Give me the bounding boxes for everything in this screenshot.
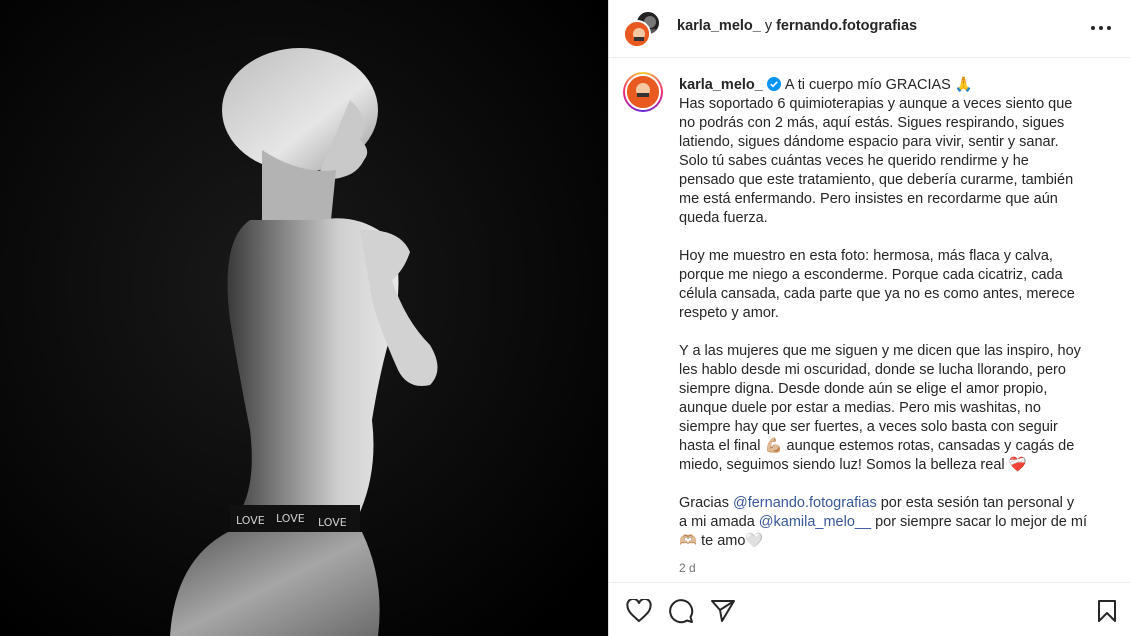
authors-conjunction: y [764,18,773,34]
caption-line: Has soportado 6 quimioterapias y aunque … [679,96,1073,112]
save-button[interactable] [1093,597,1121,625]
waistband-text-1: LOVE [236,514,265,527]
caption-text: a mi amada [679,514,759,530]
caption-line: les hablo desde mi oscuridad, donde se l… [679,362,1066,378]
caption-line: célula cansada, cada parte que ya no es … [679,286,1075,302]
mention-link[interactable]: @fernando.fotografias [733,495,877,511]
caption-area: karla_melo_ A ti cuerpo mío GRACIAS 🙏 Has… [609,59,1130,581]
post-actions [609,582,1130,636]
caption-line: a mi amada @kamila_melo__ por siempre sa… [679,513,1109,532]
post-photo[interactable]: LOVE LOVE LOVE [0,0,608,636]
caption-line: me está enfermando. Pero insistes en rec… [679,191,1058,207]
caption-line: Y a las mujeres que me siguen y me dicen… [679,343,1081,359]
post-caption: karla_melo_ A ti cuerpo mío GRACIAS 🙏 Has… [679,76,1109,578]
caption-line: respeto y amor. [679,305,779,321]
caption-text: por siempre sacar lo mejor de mí [871,514,1088,530]
post-timestamp[interactable]: 2 d [679,559,1109,578]
more-options-button[interactable] [1089,18,1113,38]
post-authors: karla_melo_ y fernando.fotografias [677,18,917,34]
post-header: karla_melo_ y fernando.fotografias [609,0,1130,58]
collab-avatars[interactable] [623,10,663,48]
like-button[interactable] [625,597,653,625]
bookmark-icon [1098,600,1116,622]
mention-link[interactable]: @kamila_melo__ [759,514,871,530]
caption-username[interactable]: karla_melo_ [679,77,763,93]
caption-line: siempre hay que ser fuertes, a veces sol… [679,419,1058,435]
caption-line: Hoy me muestro en esta foto: hermosa, má… [679,248,1053,264]
waistband-text-2: LOVE [276,512,305,525]
share-button[interactable] [709,597,737,625]
caption-line: siempre digna. Desde donde aún se elige … [679,381,1048,397]
caption-text: Gracias [679,495,733,511]
caption-line: pensado que este tratamiento, que deberí… [679,172,1074,188]
caption-line: miedo, seguimos siendo luz! Somos la bel… [679,457,1027,473]
heart-icon [626,599,652,623]
caption-line: porque me niego a esconderme. Porque cad… [679,267,1063,283]
comment-button[interactable] [667,597,695,625]
caption-text: A ti cuerpo mío GRACIAS 🙏 [784,77,973,93]
comment-icon [669,599,694,624]
caption-line: karla_melo_ A ti cuerpo mío GRACIAS 🙏 [679,76,1109,95]
author-username[interactable]: karla_melo_ [677,18,761,34]
waistband-text-3: LOVE [318,516,347,529]
caption-line: Solo tú sabes cuántas veces he querido r… [679,153,1029,169]
verified-badge-icon [766,77,781,91]
caption-line: Gracias @fernando.fotografias por esta s… [679,494,1109,513]
avatar-author[interactable] [623,20,651,48]
send-icon [711,600,735,622]
post-sidebar: karla_melo_ y fernando.fotografias karla_m… [608,0,1130,636]
photo-illustration: LOVE LOVE LOVE [0,0,608,636]
caption-line: no podrás con 2 más, aquí estás. Sigues … [679,115,1065,131]
more-horizontal-icon [1091,26,1111,30]
caption-line: aunque duele por estar a medias. Pero mi… [679,400,1041,416]
caption-line: latiendo, sigues dándome espacio para vi… [679,134,1059,150]
caption-line: 🫶🏼 te amo🤍 [679,533,764,549]
caption-text: por esta sesión tan personal y [876,495,1075,511]
caption-line: hasta el final 💪🏼 aunque estemos rotas, … [679,438,1075,454]
caption-line: queda fuerza. [679,210,768,226]
coauthor-username[interactable]: fernando.fotografias [776,18,917,34]
caption-avatar[interactable] [623,72,663,112]
